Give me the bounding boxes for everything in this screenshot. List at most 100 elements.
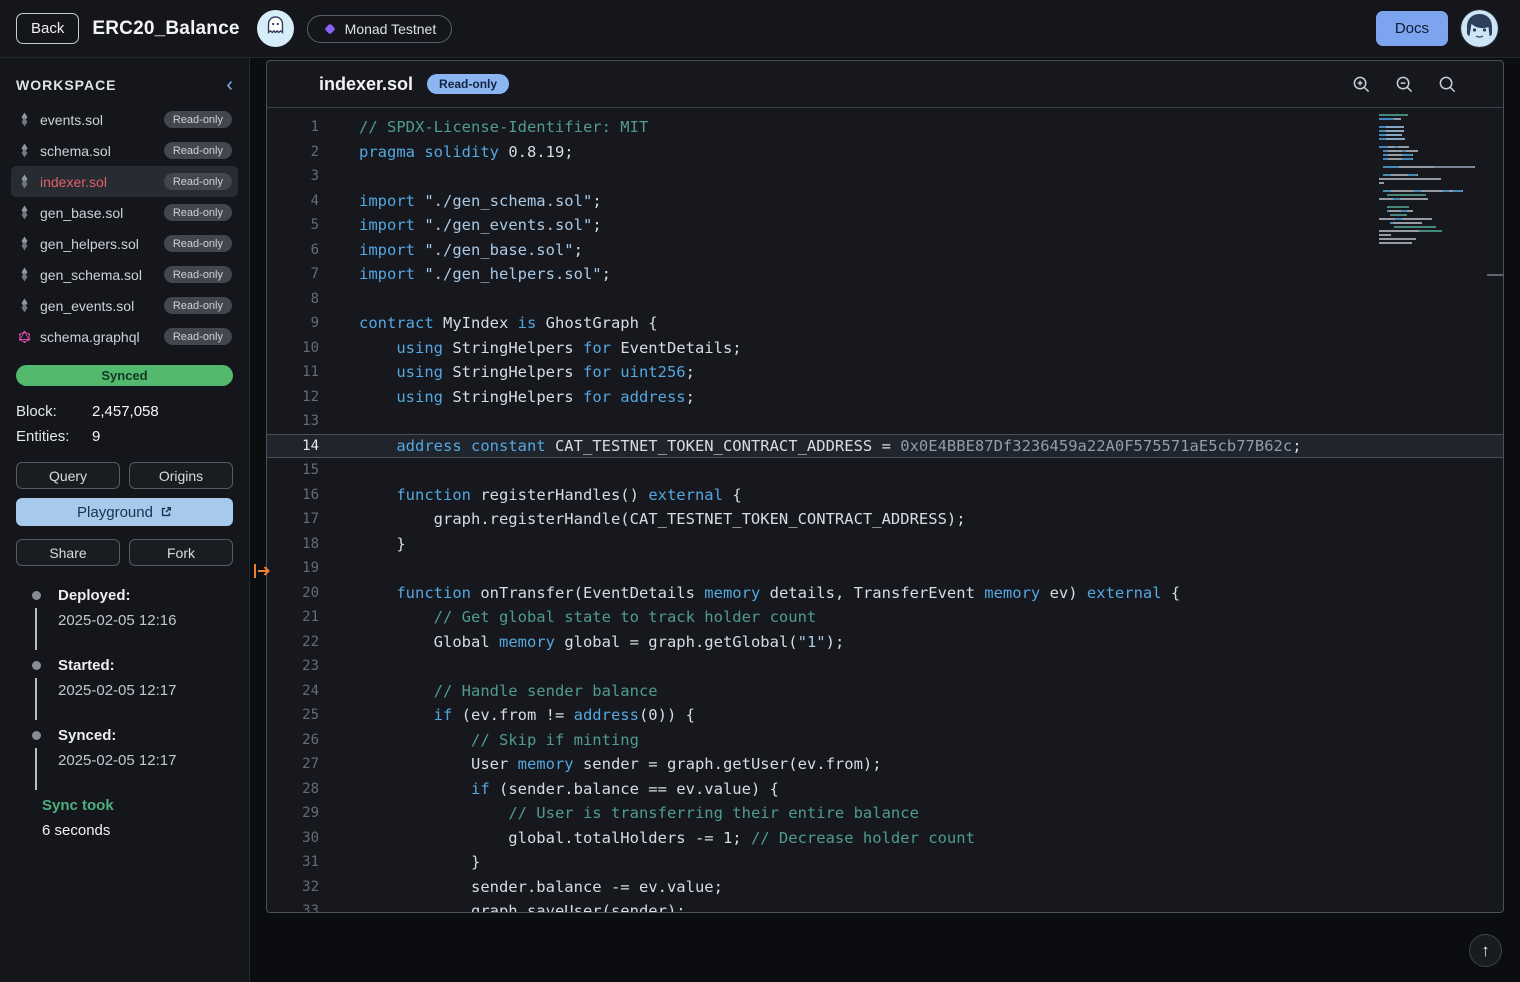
line-number: 8 <box>267 287 333 312</box>
line-number: 29 <box>267 801 333 826</box>
avatar[interactable] <box>1461 10 1498 47</box>
block-label: Block: <box>16 399 92 424</box>
fork-button[interactable]: Fork <box>129 539 233 566</box>
timeline-dot-icon <box>32 731 41 740</box>
page-title: ERC20_Balance <box>92 18 239 40</box>
docs-button[interactable]: Docs <box>1376 11 1448 46</box>
code-area[interactable]: 1// SPDX-License-Identifier: MIT2pragma … <box>267 108 1503 912</box>
external-link-icon <box>160 506 172 518</box>
line-number: 26 <box>267 728 333 753</box>
line-content: sender.balance -= ev.value; <box>333 875 723 900</box>
file-item-gen_events.sol[interactable]: gen_events.solRead-only <box>11 290 238 321</box>
timeline-dot-icon <box>32 591 41 600</box>
sync-took-block: Sync took 6 seconds <box>16 797 233 839</box>
code-line: 19 <box>267 556 1503 581</box>
workspace-header: WORKSPACE ‹ <box>0 58 249 104</box>
code-line: 4import "./gen_schema.sol"; <box>267 189 1503 214</box>
line-content: graph.saveUser(sender); <box>333 899 686 912</box>
search-icon[interactable] <box>1438 75 1457 94</box>
code-line: 33 graph.saveUser(sender); <box>267 899 1503 912</box>
file-item-gen_schema.sol[interactable]: gen_schema.solRead-only <box>11 259 238 290</box>
readonly-badge: Read-only <box>164 204 232 221</box>
scroll-to-top-button[interactable]: ↑ <box>1469 934 1502 967</box>
main-layout: WORKSPACE ‹ events.solRead-onlyschema.so… <box>0 58 1520 982</box>
collapse-sidebar-icon[interactable]: ‹ <box>226 78 233 92</box>
solidity-file-icon <box>17 236 32 251</box>
line-content: Global memory global = graph.getGlobal("… <box>333 630 844 655</box>
line-content: } <box>333 850 480 875</box>
file-name: schema.graphql <box>40 329 140 345</box>
code-line: 23 <box>267 654 1503 679</box>
code-line: 29 // User is transferring their entire … <box>267 801 1503 826</box>
file-item-schema.graphql[interactable]: schema.graphqlRead-only <box>11 321 238 352</box>
minimap-row <box>1379 114 1489 116</box>
back-button[interactable]: Back <box>16 13 79 44</box>
scrollbar-thumb[interactable] <box>1487 274 1503 276</box>
timeline-dot-icon <box>32 661 41 670</box>
minimap-row <box>1379 174 1489 176</box>
file-list: events.solRead-onlyschema.solRead-onlyin… <box>0 104 249 352</box>
code-line: 3 <box>267 164 1503 189</box>
minimap-row <box>1379 242 1489 244</box>
minimap-row <box>1379 150 1489 152</box>
editor-header: indexer.sol Read-only <box>267 61 1503 108</box>
file-item-indexer.sol[interactable]: indexer.solRead-only <box>11 166 238 197</box>
code-line: 1// SPDX-License-Identifier: MIT <box>267 115 1503 140</box>
file-name: indexer.sol <box>40 174 107 190</box>
timeline-entry: Synced:2025-02-05 12:17 <box>16 727 233 797</box>
zoom-in-icon[interactable] <box>1352 75 1371 94</box>
line-number: 20 <box>267 581 333 606</box>
minimap-row <box>1379 230 1489 232</box>
line-content: // Handle sender balance <box>333 679 658 704</box>
solidity-file-icon <box>17 174 32 189</box>
minimap-row <box>1379 238 1489 240</box>
entities-label: Entities: <box>16 424 92 449</box>
minimap-row <box>1379 234 1489 236</box>
code-line: 2pragma solidity 0.8.19; <box>267 140 1503 165</box>
minimap[interactable] <box>1379 114 1489 244</box>
zoom-out-icon[interactable] <box>1395 75 1414 94</box>
code-line: 15 <box>267 458 1503 483</box>
minimap-row <box>1379 134 1489 136</box>
line-number: 15 <box>267 458 333 483</box>
playground-button[interactable]: Playground <box>16 498 233 526</box>
minimap-row <box>1379 138 1489 140</box>
share-button[interactable]: Share <box>16 539 120 566</box>
timeline-entry: Started:2025-02-05 12:17 <box>16 657 233 727</box>
file-name: gen_base.sol <box>40 205 123 221</box>
code-line: 6import "./gen_base.sol"; <box>267 238 1503 263</box>
solidity-file-icon <box>17 143 32 158</box>
minimap-row <box>1379 130 1489 132</box>
origins-button[interactable]: Origins <box>129 462 233 489</box>
code-line: 32 sender.balance -= ev.value; <box>267 875 1503 900</box>
file-item-gen_helpers.sol[interactable]: gen_helpers.solRead-only <box>11 228 238 259</box>
file-item-gen_base.sol[interactable]: gen_base.sol Read-only <box>11 197 238 228</box>
minimap-row <box>1379 118 1489 120</box>
code-line: 16 function registerHandles() external { <box>267 483 1503 508</box>
sync-took-label: Sync took <box>42 797 233 814</box>
minimap-row <box>1379 206 1489 208</box>
topbar: Back ERC20_Balance Monad Testnet Docs <box>0 0 1520 58</box>
readonly-badge: Read-only <box>164 266 232 283</box>
timeline-time: 2025-02-05 12:17 <box>58 682 233 699</box>
code-line: 20 function onTransfer(EventDetails memo… <box>267 581 1503 606</box>
network-badge[interactable]: Monad Testnet <box>307 15 453 43</box>
line-content: global.totalHolders -= 1; // Decrease ho… <box>333 826 975 851</box>
file-name: gen_helpers.sol <box>40 236 139 252</box>
sidebar-resize-handle[interactable] <box>250 561 272 581</box>
query-button[interactable]: Query <box>16 462 120 489</box>
file-item-events.sol[interactable]: events.solRead-only <box>11 104 238 135</box>
network-badge-label: Monad Testnet <box>345 21 437 37</box>
minimap-row <box>1379 226 1489 228</box>
minimap-row <box>1379 182 1489 184</box>
block-value: 2,457,058 <box>92 399 159 424</box>
code-line: 12 using StringHelpers for address; <box>267 385 1503 410</box>
line-number: 2 <box>267 140 333 165</box>
line-content: if (sender.balance == ev.value) { <box>333 777 779 802</box>
line-content <box>333 458 359 483</box>
file-name: gen_events.sol <box>40 298 134 314</box>
code-line: 18 } <box>267 532 1503 557</box>
ghost-logo <box>257 10 294 47</box>
file-item-schema.sol[interactable]: schema.solRead-only <box>11 135 238 166</box>
line-content: using StringHelpers for EventDetails; <box>333 336 742 361</box>
